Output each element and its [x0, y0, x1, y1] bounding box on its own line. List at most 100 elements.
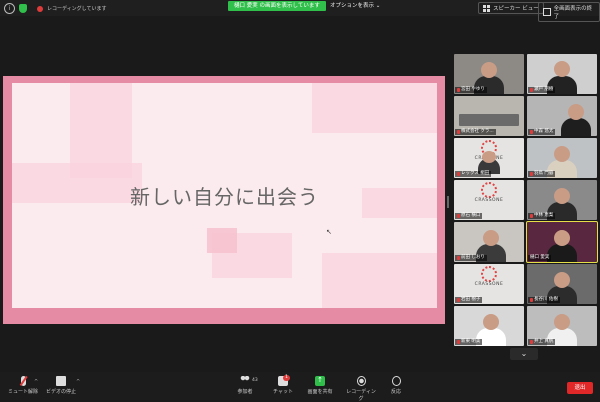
mic-off-icon: [457, 340, 460, 344]
participant-name-text: 宮田 やゆり: [461, 87, 485, 92]
slide-decor-block: [312, 83, 437, 133]
mic-off-icon: [457, 130, 460, 134]
caret-up-icon[interactable]: ^: [76, 379, 80, 385]
participant-name-text: 長谷川 佑樹: [534, 297, 558, 302]
record-icon: [356, 376, 366, 386]
grid-icon: [483, 4, 490, 12]
participant-tile[interactable]: CRASSONE レックス 桐田: [454, 138, 524, 178]
participant-name: 羽鳥 門脇: [528, 171, 556, 177]
chat-unread-badge: 1: [283, 375, 290, 381]
slide-decor-block: [207, 228, 237, 253]
recording-status: レコーディングしています: [47, 6, 107, 12]
top-left-status: i レコーディングしています: [4, 3, 107, 14]
reactions-label: 反応: [390, 389, 401, 395]
view-options-button[interactable]: オプションを表示 ⌄: [330, 1, 380, 11]
info-icon[interactable]: i: [4, 3, 15, 14]
video-figure: [554, 188, 570, 204]
mic-off-icon: [530, 88, 533, 92]
recording-dot-icon: [37, 5, 43, 12]
share-screen-label: 画面を共有: [307, 389, 333, 395]
mic-off-icon: [530, 172, 533, 176]
participant-tile[interactable]: 宮田 やゆり: [454, 54, 524, 94]
participant-name: 井上 真帆: [528, 339, 556, 345]
resize-handle[interactable]: [447, 196, 449, 208]
participant-name: 株式会社 クラ...: [455, 129, 496, 135]
participant-tile-active-speaker[interactable]: 樋口 愛実: [526, 221, 598, 263]
participant-tile[interactable]: 中森 悠太: [527, 96, 597, 136]
participant-tile[interactable]: 瀬戸 朋樹: [527, 54, 597, 94]
top-bar: i レコーディングしています 樋口 愛実 の画面を表示しています オプションを表…: [0, 0, 600, 22]
participant-tile[interactable]: 羽鳥 門脇: [527, 138, 597, 178]
video-figure: [481, 62, 497, 78]
unmute-label: ミュート解除: [7, 389, 38, 395]
participant-name: 前田 しおり: [455, 255, 487, 261]
shared-screen: 新しい自分に出会う: [3, 76, 445, 324]
participant-name-text: 羽鳥 門脇: [534, 171, 554, 176]
reactions-button[interactable]: 反応: [386, 376, 406, 395]
participant-tile[interactable]: 井上 真帆: [527, 306, 597, 346]
participant-name-text: 原石 横口: [461, 213, 481, 218]
participant-tile[interactable]: 株式会社 クラ...: [454, 96, 524, 136]
leave-meeting-button[interactable]: 退出: [567, 382, 593, 394]
crassone-logo-icon: [481, 182, 497, 198]
exit-fullscreen-label: 全画面表示の終了: [553, 6, 593, 20]
participant-name-text: 前田 しおり: [461, 255, 485, 260]
participants-label: 参加者: [237, 389, 253, 395]
speaker-view-label: スピーカー ビュー: [493, 6, 539, 12]
mic-off-icon: [457, 256, 460, 260]
smiley-icon: [391, 376, 401, 386]
video-figure: [483, 230, 499, 246]
record-button[interactable]: レコーディング: [344, 376, 378, 402]
mouse-cursor-icon: ↖: [326, 228, 332, 236]
participant-name: 原石 横口: [455, 213, 483, 219]
screen-share-banner: 樋口 愛実 の画面を表示しています: [228, 1, 326, 11]
participants-icon: [240, 376, 250, 386]
stop-video-label: ビデオの停止: [45, 389, 76, 395]
mic-off-icon: [530, 214, 533, 218]
slide-decor-block: [322, 253, 437, 308]
video-figure: [568, 104, 584, 120]
participant-count: 43: [252, 378, 258, 383]
shield-icon[interactable]: [19, 4, 27, 13]
participant-name: 中森 悠太: [528, 129, 556, 135]
participant-tile[interactable]: CRASSONE 原石 横口: [454, 180, 524, 220]
participant-name: 宮田 やゆり: [455, 87, 487, 93]
view-options-label: オプションを表示: [330, 3, 375, 9]
meeting-controls: ミュート解除 ^ ビデオの停止 ^ 参加者 43 チャット 1 ↑ 画面を共有 …: [0, 372, 600, 402]
chevron-down-icon: ⌄: [375, 3, 381, 9]
mic-off-icon: [530, 130, 533, 134]
caret-up-icon[interactable]: ^: [34, 379, 38, 385]
video-figure: [554, 146, 570, 162]
crassone-logo-icon: [481, 266, 497, 282]
exit-fullscreen-button[interactable]: 全画面表示の終了: [538, 2, 600, 22]
participant-gallery: 宮田 やゆり 瀬戸 朋樹 株式会社 クラ... 中森 悠太 CRASSONE レ…: [454, 54, 600, 350]
slide-canvas: 新しい自分に出会う: [12, 83, 437, 308]
mic-off-icon: [457, 214, 460, 218]
participant-tile[interactable]: 新東 明美: [454, 306, 524, 346]
slide-title: 新しい自分に出会う: [130, 185, 319, 209]
video-figure: [459, 114, 519, 126]
participant-name-text: レックス 桐田: [461, 171, 490, 176]
video-figure: [561, 118, 591, 136]
participant-name: 長谷川 佑樹: [528, 297, 560, 303]
participant-name-text: 岩田 樹子: [461, 297, 481, 302]
fullscreen-icon: [543, 8, 551, 16]
share-screen-button[interactable]: ↑ 画面を共有: [304, 376, 336, 395]
video-camera-icon: [56, 376, 66, 386]
participant-name: レックス 桐田: [455, 171, 492, 177]
participant-tile[interactable]: CRASSONE 岩田 樹子: [454, 264, 524, 304]
chat-label: チャット: [273, 389, 293, 395]
stop-video-button[interactable]: ビデオの停止: [44, 376, 78, 395]
participant-tile[interactable]: 中林 恵梨: [527, 180, 597, 220]
speaker-view-button[interactable]: スピーカー ビュー: [478, 2, 544, 14]
participant-tile[interactable]: 長谷川 佑樹: [527, 264, 597, 304]
participant-tile[interactable]: 前田 しおり: [454, 222, 524, 262]
video-figure: [554, 61, 570, 77]
mic-muted-icon: [20, 376, 26, 386]
participant-name: 新東 明美: [455, 339, 483, 345]
video-figure: [482, 151, 496, 163]
gallery-scroll-down-button[interactable]: ⌄: [510, 348, 538, 360]
mic-off-icon: [457, 88, 460, 92]
video-figure: [554, 314, 570, 330]
share-screen-icon: ↑: [315, 376, 325, 386]
